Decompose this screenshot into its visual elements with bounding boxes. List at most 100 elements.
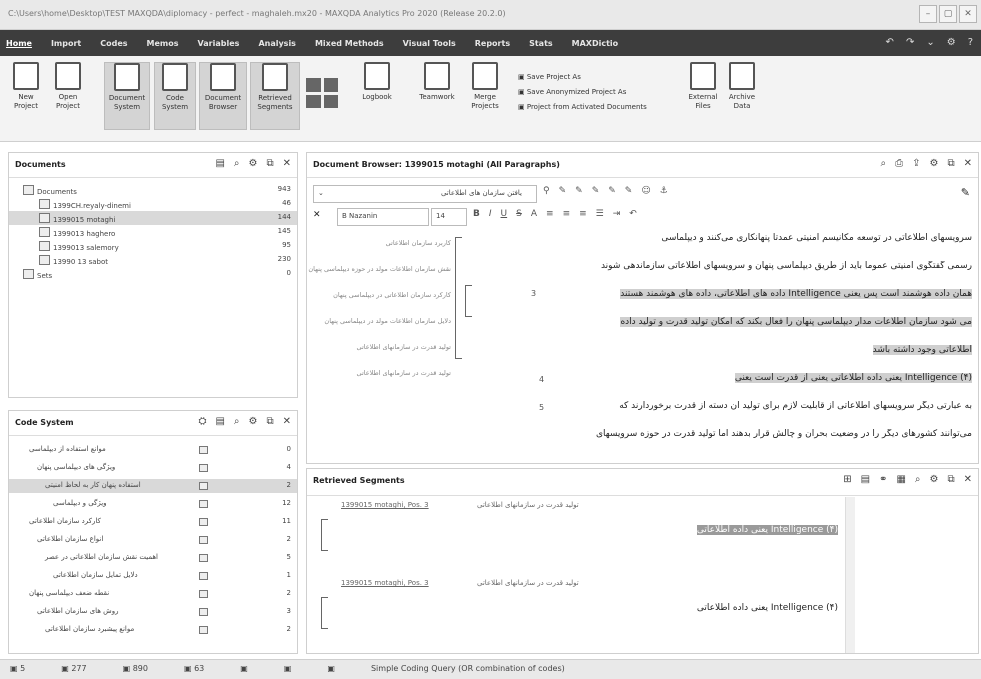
menu-item[interactable]: Mixed Methods	[315, 39, 384, 48]
document-paragraph-line[interactable]: سرویسهای اطلاعاتی در توسعه مکانیسم امنیت…	[661, 233, 972, 243]
align-center-icon[interactable]: ≡	[563, 209, 571, 219]
document-system-button[interactable]: Document System	[104, 62, 150, 130]
document-tree-row[interactable]: Documents 943	[9, 183, 297, 197]
filter-icon[interactable]: ▤	[215, 416, 224, 427]
menu-item[interactable]: Codes	[100, 39, 127, 48]
font-size-dropdown[interactable]: 14	[431, 208, 467, 226]
search-icon[interactable]: ⌕	[234, 158, 240, 169]
document-tree-row[interactable]: 13990 13 sabot 230	[9, 253, 297, 267]
layout-grid-icon[interactable]	[306, 78, 338, 108]
retrieved-segments-button[interactable]: Retrieved Segments	[250, 62, 300, 130]
maximize-icon[interactable]: ▢	[939, 5, 957, 23]
highlight-icon[interactable]: ✎	[592, 186, 600, 196]
document-tree-row[interactable]: 1399013 haghero 145	[9, 225, 297, 239]
gear-icon[interactable]: ⚙	[249, 158, 258, 169]
logbook-button[interactable]: Logbook	[354, 62, 400, 102]
table-icon[interactable]: ▦	[896, 474, 905, 485]
undock-icon[interactable]: ⧉	[947, 158, 954, 169]
document-paragraph-line[interactable]: (۴) Intelligence یعنی داده اطلاعاتی یعنی…	[734, 373, 972, 383]
document-browser-button[interactable]: Document Browser	[199, 62, 247, 130]
link-icon[interactable]: ⚓	[660, 186, 668, 196]
segment-source-link[interactable]: 1399015 motaghi, Pos. 3	[341, 579, 429, 587]
document-paragraph-line[interactable]: می شود سازمان اطلاعات مدار دیپلماسی پنها…	[620, 317, 972, 327]
link-icon[interactable]: ⚭	[879, 474, 887, 485]
close-icon[interactable]: ✕	[964, 474, 972, 485]
close-icon[interactable]: ✕	[283, 158, 291, 169]
menu-item[interactable]: Memos	[147, 39, 179, 48]
scrollbar[interactable]	[845, 497, 855, 653]
margin-code-label[interactable]: کارکرد سازمان اطلاعاتی در دیپلماسی پنهان	[333, 291, 451, 299]
code-tree-row[interactable]: ویژگی و دیپلماسی 12	[9, 497, 297, 511]
open-project-button[interactable]: Open Project	[48, 62, 88, 111]
close-icon[interactable]: ✕	[283, 416, 291, 427]
code-tree-row[interactable]: دلایل تمایل سازمان اطلاعاتی 1	[9, 569, 297, 583]
search-icon[interactable]: ⌕	[915, 474, 921, 485]
segment-source-link[interactable]: 1399015 motaghi, Pos. 3	[341, 501, 429, 509]
minimize-icon[interactable]: –	[919, 5, 937, 23]
code-tree-row[interactable]: استفاده پنهان کار به لحاظ امنیتی 2	[9, 479, 297, 493]
export-icon[interactable]: ⇪	[912, 158, 920, 169]
search-icon[interactable]: ⌕	[234, 416, 240, 427]
code-icon[interactable]: ⚲	[543, 186, 550, 196]
gear-icon[interactable]: ⚙	[930, 158, 939, 169]
code-tree-row[interactable]: موانع استفاده از دیپلماسی 0	[9, 443, 297, 457]
undock-icon[interactable]: ⧉	[266, 158, 273, 169]
close-edit-icon[interactable]: ✕	[313, 210, 321, 220]
underline-icon[interactable]: U	[501, 209, 508, 219]
document-tree-row[interactable]: 1399CH.reyaly-dinemi 46	[9, 197, 297, 211]
undo-icon[interactable]: ↶	[629, 209, 637, 219]
redo-icon[interactable]: ↷	[906, 37, 914, 48]
margin-code-label[interactable]: دلایل سازمان اطلاعات مولد در دیپلماسی پن…	[324, 317, 451, 325]
margin-code-label[interactable]: نقش سازمان اطلاعات مولد در حوزه دیپلماسی…	[308, 265, 451, 273]
document-tree-row[interactable]: Sets 0	[9, 267, 297, 281]
code-tree-row[interactable]: کارکرد سازمان اطلاعاتی 11	[9, 515, 297, 529]
project-from-activated-button[interactable]: ▣ Project from Activated Documents	[518, 100, 647, 115]
code-tree-row[interactable]: انواع سازمان اطلاعاتی 2	[9, 533, 297, 547]
external-files-button[interactable]: External Files	[684, 62, 722, 111]
quick-list-dropdown[interactable]: یافتن سازمان های اطلاعاتی ⌄	[313, 185, 537, 203]
margin-code-label[interactable]: کاربرد سازمان اطلاعاتی	[386, 239, 451, 247]
document-paragraph-line[interactable]: همان داده هوشمند است پس یعنی Intelligenc…	[620, 289, 972, 299]
document-paragraph-line[interactable]: به عبارتی دیگر سرویسهای اطلاعاتی از قابل…	[619, 401, 972, 411]
gear-icon[interactable]: ⚙	[249, 416, 258, 427]
print-icon[interactable]: ⎙	[895, 158, 903, 169]
undock-icon[interactable]: ⧉	[947, 474, 954, 485]
list-icon[interactable]: ☰	[596, 209, 604, 219]
undock-icon[interactable]: ⧉	[266, 416, 273, 427]
menu-item[interactable]: Home	[6, 39, 32, 48]
undo-icon[interactable]: ↶	[886, 37, 894, 48]
code-tree-row[interactable]: ویژگی های دیپلماسی پنهان 4	[9, 461, 297, 475]
new-project-button[interactable]: New Project	[8, 62, 44, 111]
italic-icon[interactable]: I	[489, 209, 492, 219]
edit-mode-icon[interactable]: ✎	[961, 186, 970, 199]
save-project-as-button[interactable]: ▣ Save Project As	[518, 70, 647, 85]
teamwork-button[interactable]: Teamwork	[414, 62, 460, 102]
gear-icon[interactable]: ⚙	[947, 37, 956, 48]
code-tree-row[interactable]: روش های سازمان اطلاعاتی 3	[9, 605, 297, 619]
menu-item[interactable]: MAXDictio	[572, 39, 619, 48]
document-content[interactable]: کاربرد سازمان اطلاعاتی نقش سازمان اطلاعات…	[307, 231, 978, 463]
margin-code-label[interactable]: تولید قدرت در سازمانهای اطلاعاتی	[357, 343, 451, 351]
close-icon[interactable]: ✕	[964, 158, 972, 169]
chevron-down-icon[interactable]: ⌄	[926, 37, 934, 48]
code-tree-row[interactable]: اهمیت نقش سازمان اطلاعاتی در عصر 5	[9, 551, 297, 565]
gear-icon[interactable]: ⚙	[930, 474, 939, 485]
menu-item[interactable]: Import	[51, 39, 81, 48]
menu-item[interactable]: Reports	[475, 39, 510, 48]
merge-projects-button[interactable]: Merge Projects	[465, 62, 505, 111]
highlight-icon[interactable]: ✎	[608, 186, 616, 196]
menu-item[interactable]: Stats	[529, 39, 553, 48]
list-view-icon[interactable]: ▤	[861, 474, 870, 485]
menu-item[interactable]: Visual Tools	[403, 39, 456, 48]
filter-icon[interactable]: ▤	[215, 158, 224, 169]
archive-data-button[interactable]: Archive Data	[724, 62, 760, 111]
highlight-icon[interactable]: ✎	[575, 186, 583, 196]
segment-text[interactable]: (۴) Intelligence یعنی داده اطلاعاتی	[697, 603, 838, 613]
search-icon[interactable]: ⌕	[881, 158, 887, 169]
font-dropdown[interactable]: B Nazanin	[337, 208, 429, 226]
activation-icon[interactable]: ⊞	[843, 474, 851, 485]
highlight-icon[interactable]: ✎	[625, 186, 633, 196]
segment-text[interactable]: (۴) Intelligence یعنی داده اطلاعاتی	[696, 525, 838, 535]
document-paragraph-line[interactable]: رسمی گفتگوی امنیتی عموماً باید از طریق د…	[601, 261, 972, 271]
document-tree-row[interactable]: 1399013 salemory 95	[9, 239, 297, 253]
